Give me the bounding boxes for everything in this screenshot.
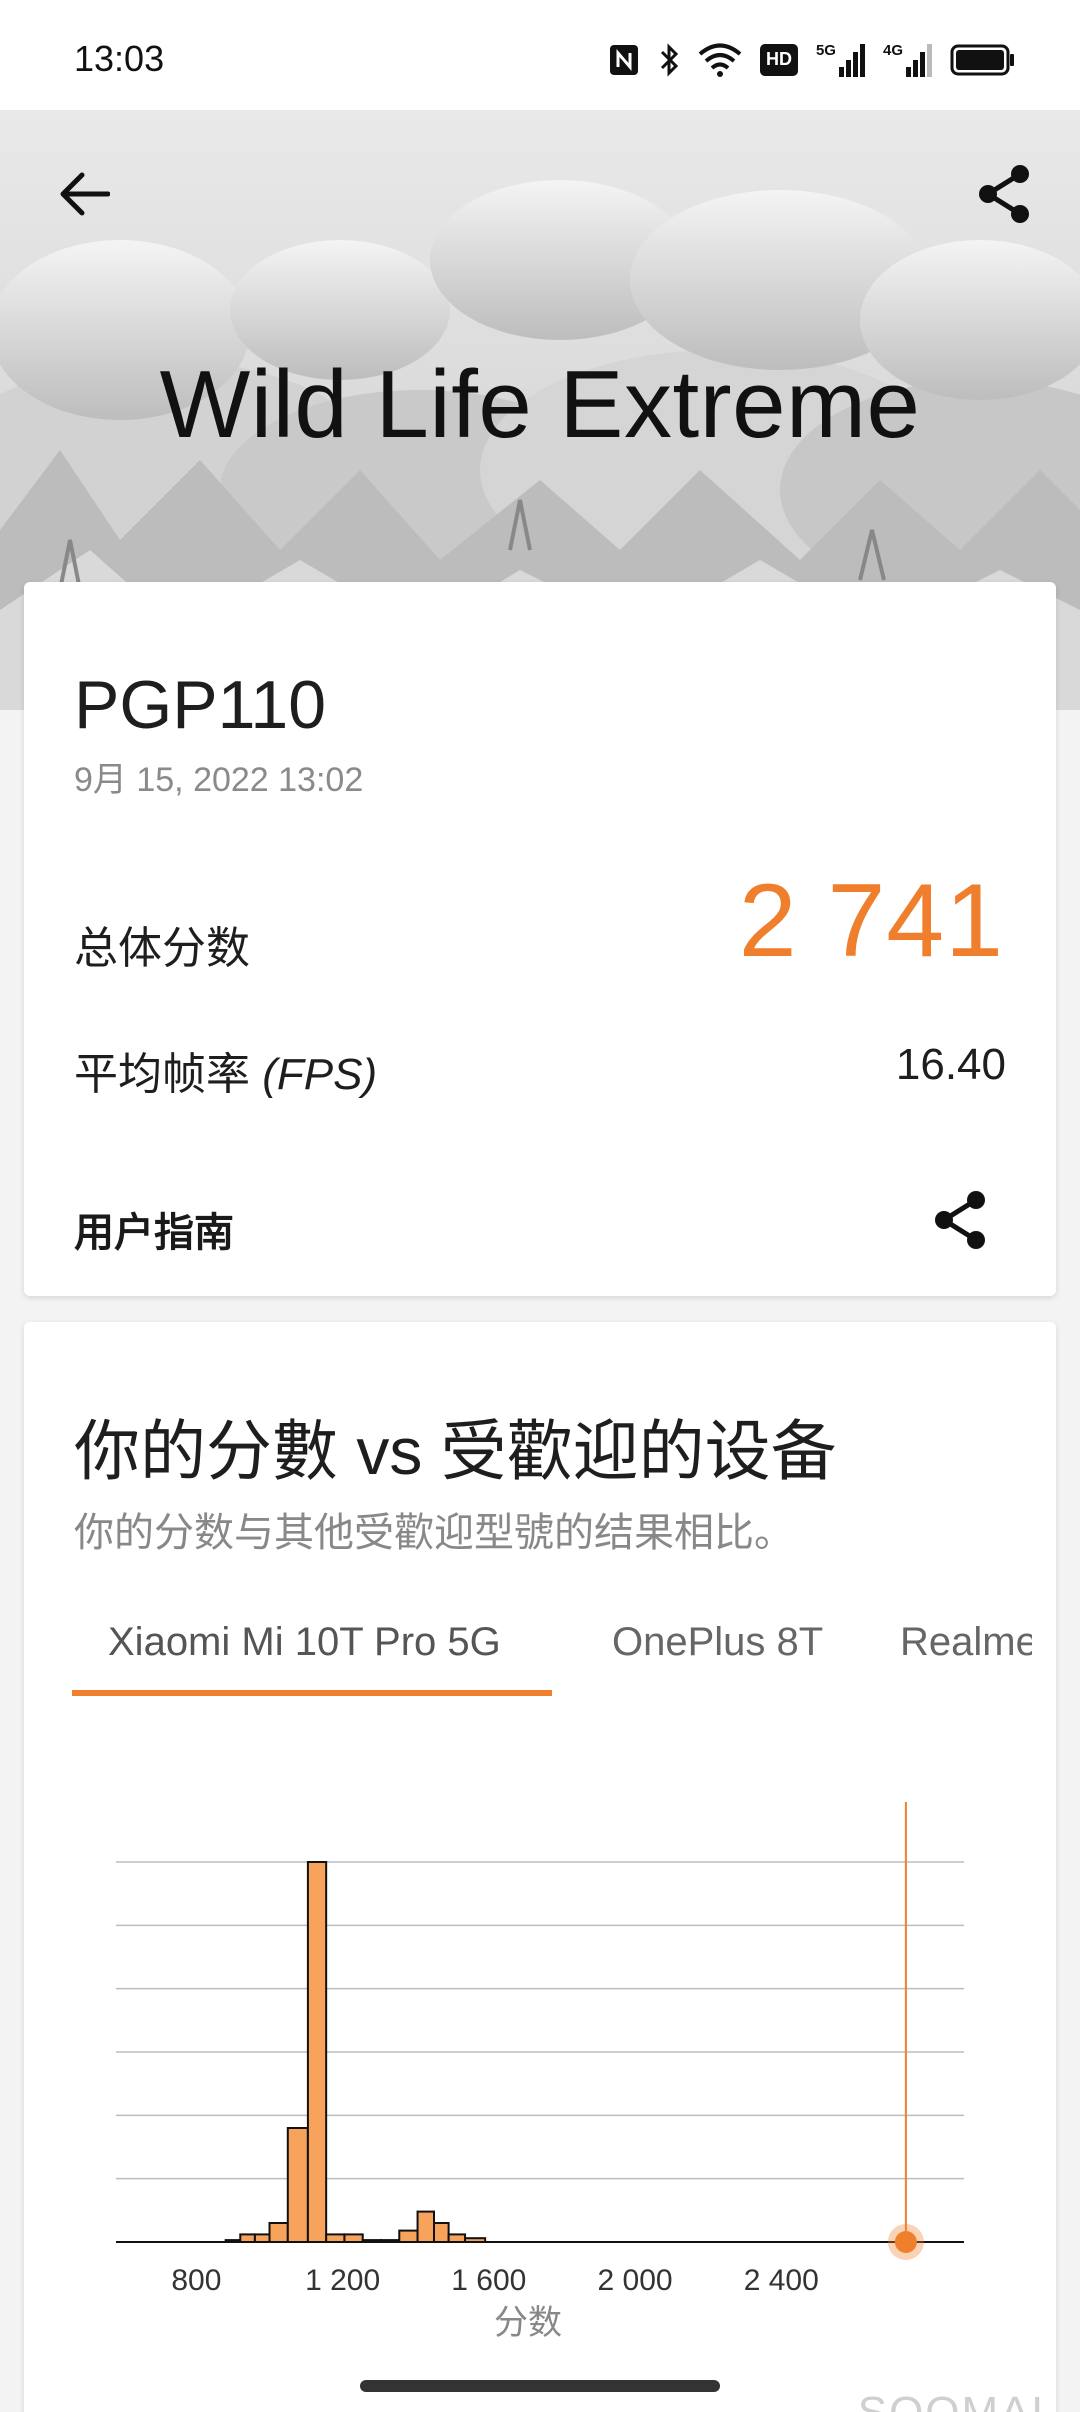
overall-score-value: 2 741 xyxy=(738,863,1004,979)
histogram-bar xyxy=(306,1861,328,2243)
guide-share-button[interactable] xyxy=(924,1184,996,1256)
user-guide-link[interactable]: 用户指南 xyxy=(74,1200,234,1258)
wifi-icon xyxy=(698,43,742,77)
histogram-bar xyxy=(416,2210,436,2244)
tab-xiaomi-mi-10t-pro-5g[interactable]: Xiaomi Mi 10T Pro 5G xyxy=(108,1612,501,1698)
overall-score-label: 总体分数 xyxy=(74,924,250,973)
histogram-bar xyxy=(398,2229,419,2244)
fps-value: 16.40 xyxy=(895,1040,1006,1089)
comparison-title: 你的分數 vs 受歡迎的设备 xyxy=(74,1414,837,1488)
active-tab-indicator xyxy=(72,1690,552,1696)
fps-label: 平均帧率 (FPS) xyxy=(74,1038,377,1102)
histogram-svg: 800 1 200 1 600 2 000 2 400 分数 xyxy=(116,1802,964,2343)
bluetooth-icon xyxy=(658,42,680,78)
tab-realme[interactable]: Realme xyxy=(900,1612,1032,1698)
status-bar: 13:03 HD 5G 4G xyxy=(0,0,1080,110)
status-icons: HD 5G 4G xyxy=(608,40,1016,80)
device-tabs: Xiaomi Mi 10T Pro 5G OnePlus 8T Realme xyxy=(72,1612,1032,1698)
fps-label-suffix: (FPS) xyxy=(262,1050,378,1099)
watermark: SOOMAL xyxy=(858,2388,1058,2412)
share-icon xyxy=(935,1191,985,1249)
x-axis-title: 分数 xyxy=(494,2303,562,2343)
page-title: Wild Life Extreme xyxy=(159,351,921,458)
x-tick-label: 800 xyxy=(171,2264,221,2297)
histogram-bar xyxy=(239,2233,256,2243)
back-button[interactable] xyxy=(48,158,120,230)
histogram-bar xyxy=(253,2233,271,2243)
histogram-bar xyxy=(433,2222,450,2243)
x-tick-label: 2 000 xyxy=(597,2264,672,2297)
histogram-bar xyxy=(343,2233,364,2243)
share-icon xyxy=(979,165,1029,223)
fps-label-text: 平均帧率 xyxy=(74,1050,250,1099)
battery-icon xyxy=(950,43,1016,77)
arrow-left-icon xyxy=(60,172,110,216)
comparison-subtitle: 你的分数与其他受歡迎型號的结果相比。 xyxy=(74,1511,794,1555)
result-card: PGP110 9月 15, 2022 13:02 总体分数 2 741 平均帧率… xyxy=(24,582,1056,1296)
comparison-card: 你的分數 vs 受歡迎的设备 你的分数与其他受歡迎型號的结果相比。 Xiaomi… xyxy=(24,1322,1056,2412)
histogram-bar xyxy=(286,2127,309,2243)
nfc-icon xyxy=(608,43,640,77)
device-name: PGP110 xyxy=(74,667,327,743)
home-indicator[interactable] xyxy=(360,2380,720,2392)
status-time: 13:03 xyxy=(74,38,165,79)
histogram-bar xyxy=(325,2233,346,2243)
x-tick-label: 1 600 xyxy=(451,2264,526,2297)
histogram-bar xyxy=(447,2233,467,2243)
hd-icon: HD xyxy=(759,44,798,76)
signal-5g-icon: 5G xyxy=(816,43,865,77)
share-button[interactable] xyxy=(968,158,1040,230)
tab-oneplus-8t[interactable]: OnePlus 8T xyxy=(612,1612,823,1698)
result-date: 9月 15, 2022 13:02 xyxy=(74,761,364,799)
histogram-bar xyxy=(268,2222,289,2243)
signal-4g-icon: 4G xyxy=(883,43,932,77)
x-tick-label: 1 200 xyxy=(305,2264,380,2297)
x-tick-label: 2 400 xyxy=(744,2264,819,2297)
score-distribution-chart: 800 1 200 1 600 2 000 2 400 分数 xyxy=(24,1792,1056,2412)
your-score-marker xyxy=(894,2231,917,2253)
